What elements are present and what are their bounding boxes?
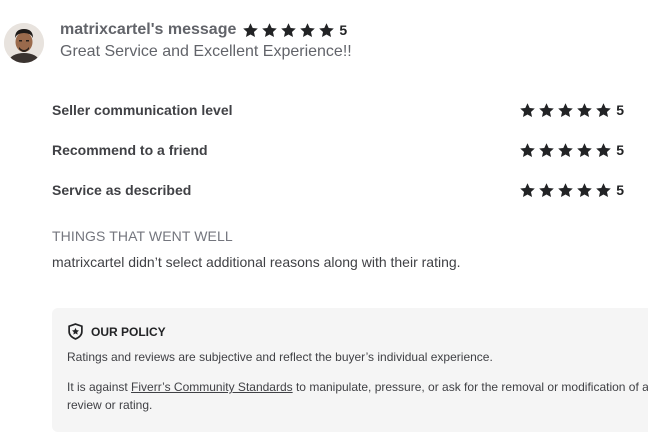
- rating-score: 5: [616, 102, 624, 118]
- rating-stars: 5: [519, 142, 624, 159]
- star-icon: [262, 22, 278, 37]
- policy-line-3: review or rating.: [67, 398, 153, 412]
- things-went-well-text: matrixcartel didn’t select additional re…: [52, 254, 461, 270]
- star-icon: [577, 102, 592, 117]
- star-icon: [596, 142, 611, 157]
- star-icon: [558, 142, 573, 157]
- policy-line-2-prefix: It is against: [67, 380, 132, 394]
- star-icon: [539, 182, 554, 197]
- star-icon: [520, 142, 535, 157]
- rating-label: Seller communication level: [52, 102, 233, 118]
- policy-title: OUR POLICY: [91, 324, 166, 339]
- star-icon: [300, 22, 316, 37]
- rating-score: 5: [616, 142, 624, 158]
- overall-stars: 5: [242, 22, 347, 39]
- star-icon: [577, 182, 592, 197]
- star-icon: [577, 142, 592, 157]
- star-icon: [539, 102, 554, 117]
- star-icon: [558, 102, 573, 117]
- policy-paragraph-2: It is against Fiverr’s Community Standar…: [67, 378, 648, 414]
- star-icon: [281, 22, 297, 37]
- rating-row-recommend: Recommend to a friend 5: [52, 136, 624, 164]
- overall-score: 5: [339, 22, 348, 38]
- reviewer-avatar: [4, 23, 44, 63]
- star-icon: [596, 182, 611, 197]
- star-icon: [596, 102, 611, 117]
- shield-star-icon: [68, 323, 83, 340]
- star-icon: [539, 142, 554, 157]
- rating-label: Service as described: [52, 182, 192, 198]
- star-icon: [243, 22, 259, 37]
- review-header: matrixcartel's message 5 Great Service a…: [60, 19, 648, 61]
- policy-header: OUR POLICY: [67, 323, 166, 340]
- star-icon: [520, 102, 535, 117]
- star-icon: [319, 22, 335, 37]
- policy-box: OUR POLICY Ratings and reviews are subje…: [52, 308, 648, 432]
- rating-stars: 5: [519, 102, 624, 119]
- policy-line-1: Ratings and reviews are subjective and r…: [67, 350, 493, 364]
- policy-line-2-suffix: to manipulate, pressure, or ask for the …: [292, 380, 648, 394]
- reviewer-message-title: matrixcartel's message: [60, 21, 237, 38]
- rating-score: 5: [616, 182, 624, 198]
- rating-label: Recommend to a friend: [52, 142, 208, 158]
- things-went-well-title: THINGS THAT WENT WELL: [52, 228, 233, 244]
- rating-stars: 5: [519, 182, 624, 199]
- review-comment: Great Service and Excellent Experience!!: [60, 43, 352, 60]
- rating-breakdown: Seller communication level 5 Recommend t…: [52, 96, 624, 216]
- rating-row-communication: Seller communication level 5: [52, 96, 624, 124]
- star-icon: [558, 182, 573, 197]
- community-standards-link[interactable]: Fiverr’s Community Standards: [131, 380, 293, 394]
- rating-row-service: Service as described 5: [52, 176, 624, 204]
- star-icon: [520, 182, 535, 197]
